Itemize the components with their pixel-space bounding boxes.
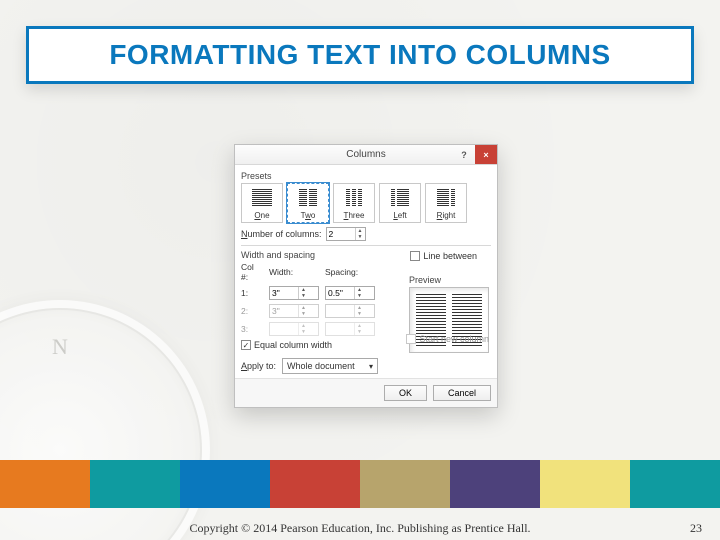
ok-button[interactable]: OK — [384, 385, 427, 401]
col-header: Col #: — [241, 262, 263, 282]
spacing-2-input: ▲▼ — [325, 304, 375, 318]
spacing-header: Spacing: — [325, 267, 375, 277]
color-block — [540, 460, 630, 508]
col-1-label: 1: — [241, 288, 263, 298]
width-2-input: ▲▼ — [269, 304, 319, 318]
width-header: Width: — [269, 267, 319, 277]
start-new-column-label: Start new column — [419, 334, 489, 344]
line-between-label: Line between — [423, 251, 477, 261]
columns-icon — [288, 184, 328, 211]
preset-one[interactable]: One — [241, 183, 283, 223]
width-1-input[interactable]: ▲▼ — [269, 286, 319, 300]
color-block — [0, 460, 90, 508]
col-2-label: 2: — [241, 306, 263, 316]
color-block — [360, 460, 450, 508]
columns-icon — [380, 184, 420, 211]
line-between-checkbox[interactable]: Line between — [410, 251, 477, 261]
dialog-titlebar[interactable]: Columns ? × — [235, 145, 497, 165]
columns-icon — [426, 184, 466, 211]
slide: FORMATTING TEXT INTO COLUMNS Columns ? ×… — [0, 0, 720, 540]
close-icon[interactable]: × — [475, 145, 497, 164]
preset-three[interactable]: Three — [333, 183, 375, 223]
spin-down-icon[interactable]: ▼ — [355, 234, 365, 240]
color-block — [180, 460, 270, 508]
color-bar — [0, 460, 720, 508]
checkbox-icon: ✓ — [241, 340, 251, 350]
presets-row: One Two Three Left — [241, 183, 491, 223]
columns-icon — [334, 184, 374, 211]
checkbox-icon — [410, 251, 420, 261]
preset-right[interactable]: Right — [425, 183, 467, 223]
start-new-column-checkbox: Start new column — [406, 334, 489, 344]
apply-to-label: Apply to: — [241, 361, 276, 371]
page-number: 23 — [690, 521, 702, 536]
number-of-columns-input[interactable]: ▲▼ — [326, 227, 366, 241]
divider — [241, 245, 491, 246]
spacing-1-input[interactable]: ▲▼ — [325, 286, 375, 300]
color-block — [270, 460, 360, 508]
checkbox-icon — [406, 334, 416, 344]
cancel-button[interactable]: Cancel — [433, 385, 491, 401]
color-block — [450, 460, 540, 508]
columns-icon — [242, 184, 282, 211]
spacing-3-input: ▲▼ — [325, 322, 375, 336]
chevron-down-icon: ▾ — [369, 362, 373, 371]
apply-to-select[interactable]: Whole document ▾ — [282, 358, 378, 374]
slide-title: FORMATTING TEXT INTO COLUMNS — [47, 39, 673, 71]
color-block — [90, 460, 180, 508]
footer-copyright: Copyright © 2014 Pearson Education, Inc.… — [0, 521, 720, 536]
preset-two[interactable]: Two — [287, 183, 329, 223]
columns-dialog: Columns ? × Presets One Two — [234, 144, 498, 408]
width-3-input: ▲▼ — [269, 322, 319, 336]
preview-label: Preview — [409, 275, 489, 285]
help-icon[interactable]: ? — [453, 145, 475, 164]
col-3-label: 3: — [241, 324, 263, 334]
equal-width-checkbox[interactable]: ✓ Equal column width — [241, 340, 332, 350]
apply-to-value: Whole document — [287, 361, 355, 371]
number-field[interactable] — [327, 228, 355, 240]
preset-left[interactable]: Left — [379, 183, 421, 223]
equal-width-label: Equal column width — [254, 340, 332, 350]
color-block — [630, 460, 720, 508]
number-of-columns-label: Number of columns: — [241, 229, 322, 239]
presets-label: Presets — [241, 171, 491, 181]
title-box: FORMATTING TEXT INTO COLUMNS — [26, 26, 694, 84]
